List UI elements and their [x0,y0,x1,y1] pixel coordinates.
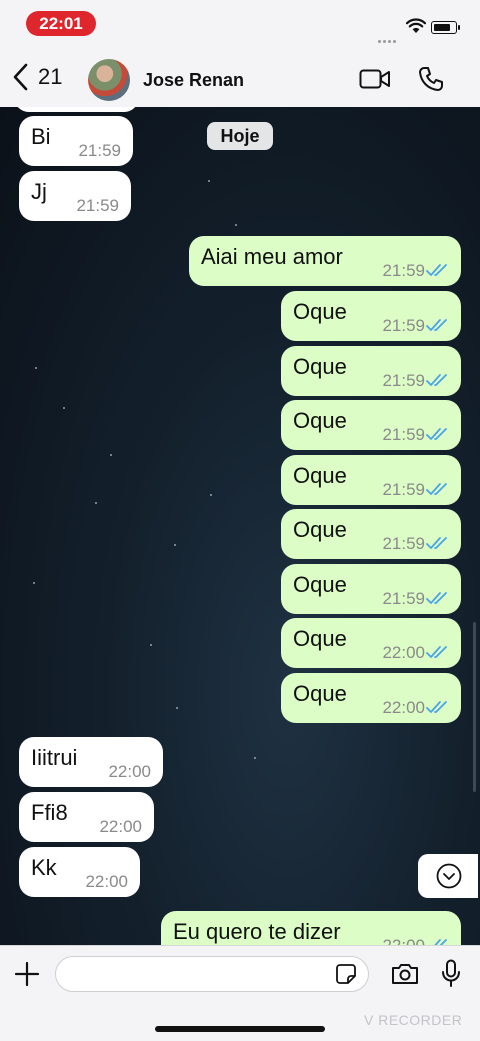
message-time: 21:59 [76,196,119,215]
message-out[interactable]: Oque 22:00 [281,673,461,723]
battery-icon [431,21,460,34]
wifi-icon [406,18,426,33]
message-time: 21:59 [78,141,121,160]
read-ticks-icon [426,483,447,495]
message-out[interactable]: Oque 21:59 [281,346,461,396]
message-text: Iiitrui [31,745,78,770]
message-time: 22:00 [108,762,151,781]
message-time: 22:00 [382,936,425,945]
message-time: 21:59 [382,261,425,280]
message-time: 22:00 [85,872,128,891]
message-out[interactable]: Oque 21:59 [281,400,461,450]
input-bar: V RECORDER [0,945,480,1041]
message-text: Oque [293,626,347,651]
read-ticks-icon [426,264,447,276]
message-out[interactable]: Aiai meu amor 21:59 [189,236,461,286]
chat-area: Hoje Bi 21:59 Jj 21:59 Aiai meu amor 21:… [0,107,480,945]
back-button[interactable]: 21 [12,62,62,92]
message-in[interactable]: Jj 21:59 [19,171,131,221]
microphone-icon[interactable] [440,959,462,989]
message-time: 21:59 [382,371,425,390]
message-out[interactable]: Oque 21:59 [281,509,461,559]
read-ticks-icon [434,939,447,945]
read-ticks-icon [426,592,447,604]
message-text: Oque [293,681,347,706]
avatar[interactable] [88,59,130,101]
read-ticks-icon [426,537,447,549]
chevron-left-icon [13,63,28,91]
message-time: 22:00 [382,643,425,662]
message-out[interactable]: Oque 22:00 [281,618,461,668]
status-time: 22:01 [26,11,96,36]
message-in[interactable] [14,107,139,112]
message-in[interactable]: Ffi8 22:00 [19,792,154,842]
scrollbar[interactable] [473,622,476,792]
message-time: 21:59 [382,480,425,499]
message-text: Aiai meu amor [201,244,343,269]
message-time: 21:59 [382,534,425,553]
message-time: 21:59 [382,316,425,335]
signal-dots-icon [378,30,402,43]
message-text: Oque [293,463,347,488]
message-in[interactable]: Kk 22:00 [19,847,140,897]
watermark: V RECORDER [364,1012,463,1028]
home-indicator[interactable] [155,1026,325,1032]
message-text: Bi [31,124,51,149]
message-out[interactable]: Oque 21:59 [281,291,461,341]
chevron-down-circle-icon [436,863,462,889]
sticker-icon[interactable] [335,963,357,985]
message-text: Jj [31,179,47,204]
plus-icon[interactable] [14,961,40,987]
read-ticks-icon [426,374,447,386]
video-call-icon[interactable] [359,68,391,90]
chat-header: 21 Jose Renan [0,50,480,108]
message-input[interactable] [55,956,369,992]
message-out[interactable]: Oque 21:59 [281,564,461,614]
message-text: Eu quero te dizer [173,919,341,944]
message-time: 22:00 [382,698,425,717]
message-text: Oque [293,354,347,379]
date-separator: Hoje [207,122,273,150]
read-ticks-icon [426,319,447,331]
message-text: Oque [293,517,347,542]
message-text: Ffi8 [31,800,68,825]
message-time: 21:59 [382,589,425,608]
message-time: 21:59 [382,425,425,444]
phone-call-icon[interactable] [418,66,444,92]
message-text: Kk [31,855,57,880]
unread-count: 21 [38,64,63,89]
read-ticks-icon [426,428,447,440]
camera-icon[interactable] [390,962,420,986]
message-text: Oque [293,408,347,433]
read-ticks-icon [426,646,447,658]
message-out[interactable]: Eu quero te dizer 22:00 [161,911,461,945]
contact-name[interactable]: Jose Renan [143,70,244,91]
message-in[interactable]: Bi 21:59 [19,116,133,166]
read-ticks-icon [426,701,447,713]
scroll-to-bottom-button[interactable] [418,854,478,898]
message-time: 22:00 [99,817,142,836]
message-text: Oque [293,572,347,597]
message-text: Oque [293,299,347,324]
status-bar: 22:01 [0,0,480,50]
message-out[interactable]: Oque 21:59 [281,455,461,505]
message-in[interactable]: Iiitrui 22:00 [19,737,163,787]
